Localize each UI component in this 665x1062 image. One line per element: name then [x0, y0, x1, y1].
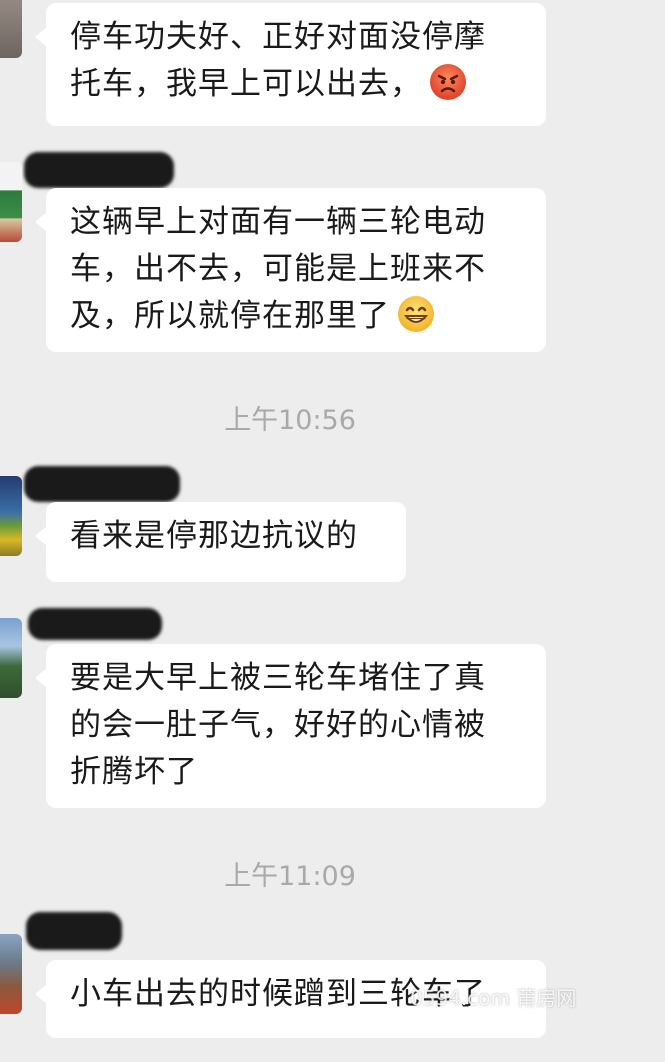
message-text: 的会一肚子气，好好的心情被 — [70, 707, 486, 743]
sender-name-redacted — [28, 608, 162, 640]
sender-avatar[interactable] — [0, 0, 22, 58]
message-text: 看来是停那边抗议的 — [70, 518, 358, 554]
message-bubble[interactable]: 这辆早上对面有一辆三轮电动 车，出不去，可能是上班来不 及，所以就停在那里了 — [35, 188, 546, 352]
message-text: 折腾坏了 — [70, 754, 198, 790]
sender-avatar[interactable] — [0, 934, 22, 1014]
message-timestamp: 上午10:56 — [224, 405, 356, 436]
grinning-face-emoji-icon — [398, 296, 434, 332]
sender-avatar[interactable] — [0, 162, 22, 242]
sender-name-redacted — [26, 912, 122, 950]
message-text: 停车功夫好、正好对面没停摩 — [70, 19, 486, 55]
chat-window: 停车功夫好、正好对面没停摩 托车，我早上可以出去， 这辆早上对面有一辆三轮电动 … — [0, 0, 665, 1062]
message-text: 这辆早上对面有一辆三轮电动 — [70, 204, 486, 240]
message-text: 及，所以就停在那里了 — [70, 298, 390, 334]
sender-avatar[interactable] — [0, 476, 22, 556]
message-text: 托车，我早上可以出去， — [70, 66, 422, 102]
sender-name-redacted — [24, 152, 174, 188]
message-text: 要是大早上被三轮车堵住了真 — [70, 660, 486, 696]
message-bubble[interactable]: 看来是停那边抗议的 — [35, 502, 406, 582]
message-bubble[interactable]: 要是大早上被三轮车堵住了真 的会一肚子气，好好的心情被 折腾坏了 — [35, 644, 546, 808]
angry-face-emoji-icon — [430, 64, 466, 100]
sender-avatar[interactable] — [0, 618, 22, 698]
message-timestamp: 上午11:09 — [224, 861, 356, 892]
site-watermark: 0594.com 莆房网 — [410, 986, 577, 1010]
sender-name-redacted — [24, 466, 180, 502]
message-bubble[interactable]: 停车功夫好、正好对面没停摩 托车，我早上可以出去， — [35, 3, 546, 126]
message-text: 车，出不去，可能是上班来不 — [70, 251, 486, 287]
